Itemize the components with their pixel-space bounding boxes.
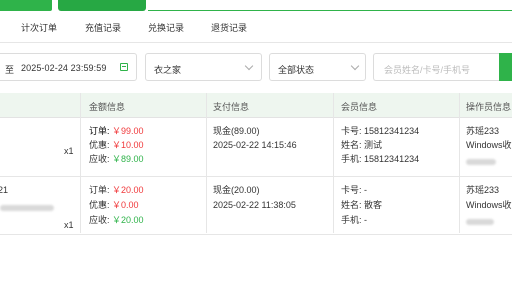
- filter-bar: 至 2025-02-24 23:59:59 衣之家 全部状态 会员姓名/卡号/手…: [0, 53, 512, 83]
- member-card: 卡号: -: [341, 185, 368, 195]
- operator-name: 苏瑶233: [466, 185, 500, 195]
- chevron-down-icon: [350, 61, 360, 71]
- status-select[interactable]: 全部状态: [269, 53, 366, 81]
- member-card: 卡号: 15812341234: [341, 126, 420, 136]
- table-header: 金额信息 支付信息 会员信息 操作员信息: [0, 93, 512, 118]
- payment-method: 现金(20.00): [213, 185, 260, 195]
- store-select-value: 衣之家: [154, 65, 182, 75]
- item-qty: x1: [64, 146, 74, 156]
- discount-line: 优惠: ￥10.00: [89, 140, 144, 150]
- date-separator: 至: [5, 65, 15, 75]
- member-name: 姓名: 测试: [341, 140, 383, 150]
- due-amount: ￥20.00: [112, 215, 144, 225]
- top-tab-active[interactable]: [0, 0, 52, 11]
- top-divider: [148, 10, 512, 11]
- due-line: 应收: ￥20.00: [89, 215, 144, 225]
- operator-device: Windows收: [466, 140, 512, 150]
- chevron-down-icon: [244, 61, 254, 71]
- calendar-icon[interactable]: [120, 63, 128, 71]
- payment-time: 2025-02-22 11:38:05: [213, 200, 296, 210]
- tab-returns[interactable]: 退货记录: [211, 21, 247, 34]
- operator-device: Windows收: [466, 200, 512, 210]
- due-line: 应收: ￥89.00: [89, 154, 144, 164]
- due-amount: ￥89.00: [112, 154, 144, 164]
- date-end-value[interactable]: 2025-02-24 23:59:59: [21, 63, 106, 73]
- member-search-input[interactable]: 会员姓名/卡号/手机号: [373, 53, 499, 81]
- col-member-header: 会员信息: [341, 102, 378, 112]
- payment-time: 2025-02-22 14:15:46: [213, 140, 297, 150]
- order-amount: ￥20.00: [112, 185, 144, 195]
- top-tab-secondary[interactable]: [58, 0, 146, 11]
- member-phone: 手机: -: [341, 215, 368, 225]
- tab-count-orders[interactable]: 计次订单: [21, 21, 57, 34]
- blurred-text: [466, 214, 494, 228]
- blurred-text: [466, 154, 496, 168]
- store-select[interactable]: 衣之家: [145, 53, 262, 81]
- col-payment-header: 支付信息: [213, 102, 250, 112]
- search-button[interactable]: [499, 53, 512, 81]
- member-phone: 手机: 15812341234: [341, 154, 420, 164]
- payment-method: 现金(89.00): [213, 126, 260, 136]
- tab-exchange[interactable]: 兑换记录: [148, 21, 184, 34]
- tab-recharge[interactable]: 充值记录: [85, 21, 121, 34]
- search-placeholder: 会员姓名/卡号/手机号: [384, 65, 471, 75]
- blurred-text: [0, 200, 54, 214]
- record-tabs: 计次订单 充值记录 兑换记录 退货记录: [0, 12, 512, 43]
- col-amount-header: 金额信息: [89, 102, 126, 112]
- item-code: 21: [0, 185, 9, 195]
- operator-name: 苏瑶233: [466, 126, 500, 136]
- member-name: 姓名: 散客: [341, 200, 383, 210]
- order-amount: ￥99.00: [112, 126, 144, 136]
- order-line: 订单: ￥20.00: [89, 185, 144, 195]
- discount-line: 优惠: ￥0.00: [89, 200, 139, 210]
- discount-amount: ￥0.00: [112, 200, 139, 210]
- status-select-value: 全部状态: [278, 65, 315, 75]
- date-range-picker[interactable]: 至 2025-02-24 23:59:59: [0, 53, 137, 81]
- col-operator-header: 操作员信息: [466, 102, 512, 112]
- item-qty: x1: [64, 220, 74, 230]
- order-line: 订单: ￥99.00: [89, 126, 144, 136]
- discount-amount: ￥10.00: [112, 140, 144, 150]
